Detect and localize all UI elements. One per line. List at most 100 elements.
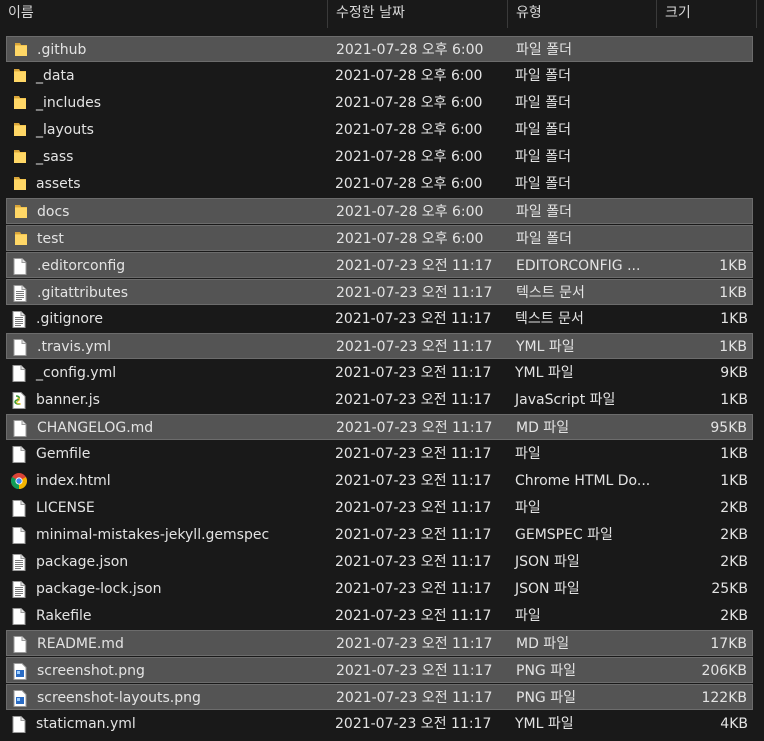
file-type: 파일 폴더	[515, 149, 571, 165]
text-file-icon	[12, 554, 26, 571]
file-size: 1KB	[720, 446, 748, 462]
file-type: 파일 폴더	[515, 122, 571, 138]
file-type: MD 파일	[516, 636, 570, 652]
folder-icon	[13, 121, 27, 137]
image-file-icon	[13, 690, 27, 707]
file-row[interactable]: _includes 2021-07-28 오후 6:00 파일 폴더	[6, 90, 753, 116]
file-row[interactable]: test 2021-07-28 오후 6:00 파일 폴더	[6, 225, 753, 251]
file-type: 파일 폴더	[516, 204, 572, 220]
file-type: YML 파일	[515, 716, 574, 732]
file-row[interactable]: CHANGELOG.md 2021-07-23 오전 11:17 MD 파일 95KB	[6, 414, 753, 440]
blank-file-icon	[12, 608, 26, 625]
file-row[interactable]: assets 2021-07-28 오후 6:00 파일 폴더	[6, 171, 753, 197]
file-date: 2021-07-23 오전 11:17	[335, 527, 492, 543]
file-type: 파일 폴더	[515, 68, 571, 84]
file-row[interactable]: README.md 2021-07-23 오전 11:17 MD 파일 17KB	[6, 630, 753, 656]
blank-file-icon	[13, 339, 27, 356]
file-row[interactable]: Gemfile 2021-07-23 오전 11:17 파일 1KB	[6, 441, 753, 467]
file-name: _sass	[36, 149, 74, 165]
file-row[interactable]: .github 2021-07-28 오후 6:00 파일 폴더	[6, 36, 753, 62]
column-header-date[interactable]: 수정한 날짜	[328, 0, 507, 28]
file-row[interactable]: .gitignore 2021-07-23 오전 11:17 텍스트 문서 1KB	[6, 306, 753, 332]
file-row[interactable]: screenshot.png 2021-07-23 오전 11:17 PNG 파일 2…	[6, 657, 753, 683]
file-type: Chrome HTML Do...	[515, 473, 651, 489]
file-size: 17KB	[710, 636, 747, 652]
folder-icon	[14, 230, 28, 246]
file-date: 2021-07-28 오후 6:00	[336, 42, 484, 58]
file-date: 2021-07-23 오전 11:17	[336, 690, 493, 706]
file-size: 1KB	[719, 285, 747, 301]
folder-icon	[13, 148, 27, 164]
file-name: LICENSE	[36, 500, 95, 516]
file-size: 1KB	[720, 473, 748, 489]
file-row[interactable]: minimal-mistakes-jekyll.gemspec 2021-07-2…	[6, 522, 753, 548]
file-row[interactable]: banner.js 2021-07-23 오전 11:17 JavaScript 파…	[6, 387, 753, 413]
blank-file-icon	[12, 446, 26, 463]
file-name: screenshot.png	[37, 663, 145, 679]
file-row[interactable]: .gitattributes 2021-07-23 오전 11:17 텍스트 문서 1…	[6, 279, 753, 305]
file-type: JSON 파일	[515, 554, 580, 570]
file-row[interactable]: .editorconfig 2021-07-23 오전 11:17 EDITORCO…	[6, 252, 753, 278]
file-date: 2021-07-23 오전 11:17	[335, 554, 492, 570]
file-row[interactable]: docs 2021-07-28 오후 6:00 파일 폴더	[6, 198, 753, 224]
file-row[interactable]: staticman.yml 2021-07-23 오전 11:17 YML 파일 4K…	[6, 711, 753, 737]
file-row[interactable]: LICENSE 2021-07-23 오전 11:17 파일 2KB	[6, 495, 753, 521]
file-size: 2KB	[720, 554, 748, 570]
file-date: 2021-07-23 오전 11:17	[335, 608, 492, 624]
file-size: 1KB	[719, 258, 747, 274]
file-type: 파일 폴더	[515, 176, 571, 192]
file-size: 1KB	[720, 311, 748, 327]
blank-file-icon	[12, 527, 26, 544]
file-date: 2021-07-28 오후 6:00	[335, 68, 483, 84]
file-type: JavaScript 파일	[515, 392, 616, 408]
file-date: 2021-07-28 오후 6:00	[336, 231, 484, 247]
file-name: screenshot-layouts.png	[37, 690, 201, 706]
file-size: 1KB	[720, 392, 748, 408]
file-size: 122KB	[701, 690, 747, 706]
file-date: 2021-07-23 오전 11:17	[335, 500, 492, 516]
file-type: YML 파일	[515, 365, 574, 381]
file-row[interactable]: _data 2021-07-28 오후 6:00 파일 폴더	[6, 63, 753, 89]
javascript-file-icon	[12, 392, 26, 409]
file-row[interactable]: .travis.yml 2021-07-23 오전 11:17 YML 파일 1KB	[6, 333, 753, 359]
folder-icon	[14, 203, 28, 219]
file-date: 2021-07-23 오전 11:17	[335, 473, 492, 489]
file-date: 2021-07-23 오전 11:17	[335, 446, 492, 462]
folder-icon	[13, 67, 27, 83]
file-date: 2021-07-23 오전 11:17	[336, 258, 493, 274]
file-name: docs	[37, 204, 70, 220]
file-row[interactable]: _sass 2021-07-28 오후 6:00 파일 폴더	[6, 144, 753, 170]
file-type: 파일 폴더	[516, 231, 572, 247]
file-date: 2021-07-28 오후 6:00	[335, 176, 483, 192]
column-divider[interactable]	[756, 0, 757, 28]
file-type: 텍스트 문서	[516, 285, 585, 301]
file-row[interactable]: screenshot-layouts.png 2021-07-23 오전 11:1…	[6, 684, 753, 710]
file-row[interactable]: Rakefile 2021-07-23 오전 11:17 파일 2KB	[6, 603, 753, 629]
file-type: 텍스트 문서	[515, 311, 584, 327]
file-type: GEMSPEC 파일	[515, 527, 613, 543]
file-type: YML 파일	[516, 339, 575, 355]
file-name: minimal-mistakes-jekyll.gemspec	[36, 527, 270, 543]
file-date: 2021-07-23 오전 11:17	[335, 581, 492, 597]
column-header-size[interactable]: 크기	[657, 0, 756, 28]
file-row[interactable]: _config.yml 2021-07-23 오전 11:17 YML 파일 9KB	[6, 360, 753, 386]
file-row[interactable]: package.json 2021-07-23 오전 11:17 JSON 파일 2K…	[6, 549, 753, 575]
file-date: 2021-07-23 오전 11:17	[336, 420, 493, 436]
file-row[interactable]: package-lock.json 2021-07-23 오전 11:17 JSON…	[6, 576, 753, 602]
file-row[interactable]: _layouts 2021-07-28 오후 6:00 파일 폴더	[6, 117, 753, 143]
file-name: _layouts	[36, 122, 94, 138]
file-date: 2021-07-23 오전 11:17	[336, 285, 493, 301]
file-size: 95KB	[710, 420, 747, 436]
file-date: 2021-07-23 오전 11:17	[335, 311, 492, 327]
column-header-bar: 이름 ^ 수정한 날짜 유형 크기	[0, 0, 764, 28]
file-row[interactable]: index.html 2021-07-23 오전 11:17 Chrome HTML…	[6, 468, 753, 494]
file-date: 2021-07-28 오후 6:00	[335, 149, 483, 165]
file-type: JSON 파일	[515, 581, 580, 597]
file-name: CHANGELOG.md	[37, 420, 154, 436]
file-name: .gitignore	[36, 311, 103, 327]
column-header-type[interactable]: 유형	[508, 0, 656, 28]
file-size: 2KB	[720, 608, 748, 624]
file-date: 2021-07-23 오전 11:17	[335, 716, 492, 732]
file-type: 파일	[515, 608, 541, 624]
file-date: 2021-07-28 오후 6:00	[335, 122, 483, 138]
